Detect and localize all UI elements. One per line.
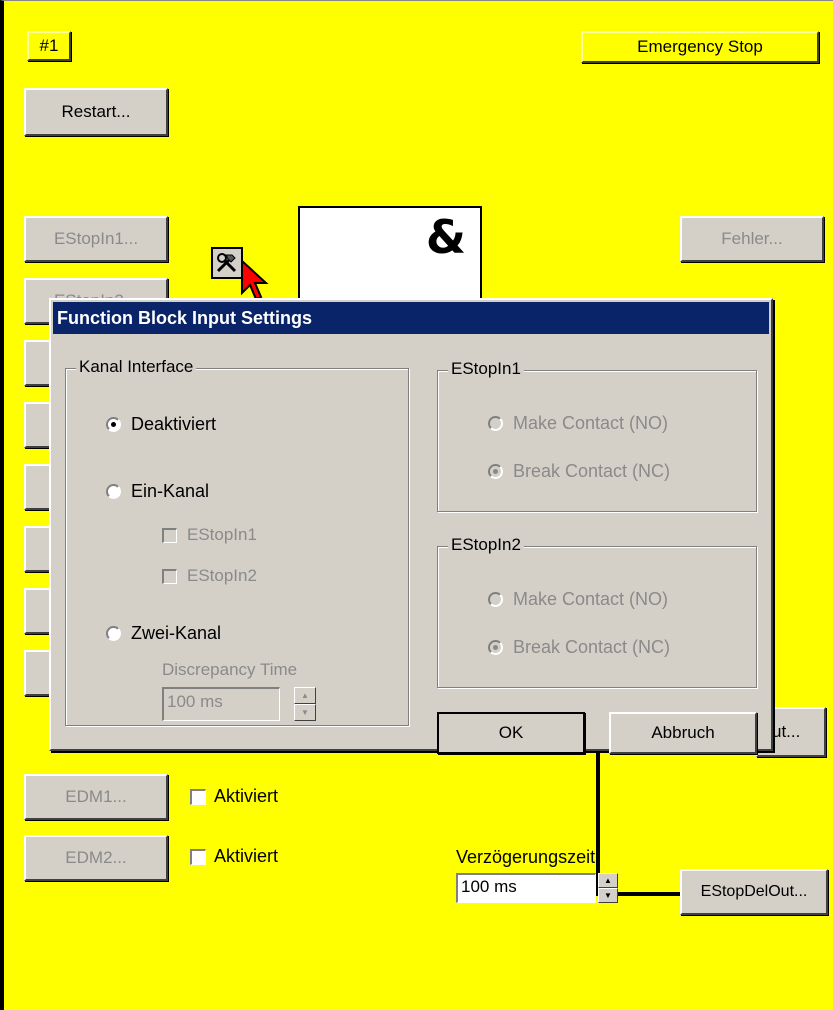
estop-del-out-button[interactable]: EStopDelOut...	[680, 869, 828, 915]
radio-zwei-kanal-label: Zwei-Kanal	[131, 623, 222, 643]
ein-kanal-estop-in2-box[interactable]	[162, 568, 177, 584]
hammer-wrench-icon	[216, 253, 237, 273]
ein-kanal-estop-in2-checkbox[interactable]: EStopIn2	[162, 566, 257, 586]
estop-in2-make-contact-radio[interactable]: Make Contact (NO)	[488, 589, 668, 610]
block-number-button[interactable]: #1	[27, 31, 71, 61]
edm2-button[interactable]: EDM2...	[24, 835, 168, 881]
block-type-label: Emergency Stop	[637, 37, 763, 56]
discrepancy-down-arrow-icon[interactable]: ▼	[294, 704, 316, 721]
estop-in2-break-label: Break Contact (NC)	[513, 637, 671, 657]
estop-in2-group: EStopIn2 Make Contact (NO) Break Contact…	[437, 535, 757, 688]
estop-in1-label: EStopIn1...	[53, 229, 139, 248]
discrepancy-time-spinner[interactable]: 100 ms ▲ ▼	[162, 687, 316, 721]
estop-in1-break-label: Break Contact (NC)	[513, 461, 671, 481]
estop-in1-break-contact-radio[interactable]: Break Contact (NC)	[488, 461, 670, 482]
delay-time-label: Verzögerungszeit	[456, 847, 596, 867]
radio-ein-kanal[interactable]: Ein-Kanal	[106, 481, 209, 502]
radio-deaktiviert-label: Deaktiviert	[131, 414, 217, 434]
function-block-canvas: #1 Emergency Stop Restart... EStopIn1...…	[0, 0, 833, 1010]
emergency-stop-type-button[interactable]: Emergency Stop	[581, 31, 819, 63]
discrepancy-time-label: Discrepancy Time	[162, 660, 298, 679]
radio-ein-kanal-circle[interactable]	[106, 484, 121, 499]
discrepancy-up-arrow-icon[interactable]: ▲	[294, 687, 316, 704]
cancel-button[interactable]: Abbruch	[609, 712, 757, 754]
kanal-interface-title: Kanal Interface	[76, 357, 197, 377]
edm2-label: EDM2...	[65, 848, 127, 867]
edm1-button[interactable]: EDM1...	[24, 774, 168, 820]
delay-time-field[interactable]: 100 ms	[456, 873, 596, 903]
estop-in2-make-label: Make Contact (NO)	[513, 589, 669, 609]
fehler-button[interactable]: Fehler...	[680, 216, 824, 262]
edm1-label: EDM1...	[65, 787, 127, 806]
estop-in1-make-circle[interactable]	[488, 416, 503, 431]
ein-kanal-estop-in1-box[interactable]	[162, 527, 177, 543]
estop-in2-break-circle[interactable]	[488, 640, 503, 655]
and-gate-block: &	[298, 206, 482, 306]
cancel-label: Abbruch	[651, 723, 715, 742]
delay-up-arrow-icon[interactable]: ▲	[598, 873, 618, 888]
radio-ein-kanal-label: Ein-Kanal	[131, 481, 210, 501]
radio-zwei-kanal-circle[interactable]	[106, 626, 121, 641]
estop-del-out-label: EStopDelOut...	[700, 883, 808, 900]
estop-in1-button[interactable]: EStopIn1...	[24, 216, 168, 262]
discrepancy-arrows[interactable]: ▲ ▼	[294, 687, 316, 721]
edm2-checkbox-box[interactable]	[190, 848, 206, 865]
restart-button[interactable]: Restart...	[24, 88, 168, 136]
ein-kanal-estop-in1-label: EStopIn1	[187, 525, 257, 544]
edm1-checkbox-label: Aktiviert	[214, 786, 279, 806]
fehler-label: Fehler...	[721, 229, 783, 248]
estop-in1-make-label: Make Contact (NO)	[513, 413, 669, 433]
mouse-pointer-icon	[241, 259, 269, 301]
estop-in2-group-title: EStopIn2	[448, 535, 524, 555]
input-settings-dialog: Function Block Input Settings Kanal Inte…	[49, 298, 773, 754]
edm2-checkbox[interactable]: Aktiviert	[190, 846, 278, 867]
restart-label: Restart...	[61, 102, 131, 121]
radio-zwei-kanal[interactable]: Zwei-Kanal	[106, 623, 221, 644]
radio-deaktiviert-circle[interactable]	[106, 417, 121, 432]
dialog-title: Function Block Input Settings	[57, 307, 312, 328]
output-label: ut...	[772, 722, 801, 741]
delay-down-arrow-icon[interactable]: ▼	[598, 888, 618, 903]
edm1-checkbox-box[interactable]	[190, 788, 206, 805]
estop-in1-make-contact-radio[interactable]: Make Contact (NO)	[488, 413, 668, 434]
edm1-checkbox[interactable]: Aktiviert	[190, 786, 278, 807]
estop-in1-break-circle[interactable]	[488, 464, 503, 479]
estop-in1-group: EStopIn1 Make Contact (NO) Break Contact…	[437, 359, 757, 512]
ein-kanal-estop-in2-label: EStopIn2	[187, 566, 257, 585]
discrepancy-time-field[interactable]: 100 ms	[162, 687, 280, 721]
ok-label: OK	[498, 723, 524, 742]
radio-deaktiviert[interactable]: Deaktiviert	[106, 414, 216, 435]
delay-time-arrows[interactable]: ▲ ▼	[598, 873, 618, 903]
kanal-interface-group: Kanal Interface Deaktiviert Ein-Kanal ES…	[65, 357, 409, 726]
and-symbol: &	[425, 210, 466, 264]
tools-icon[interactable]	[211, 247, 243, 279]
estop-in2-break-contact-radio[interactable]: Break Contact (NC)	[488, 637, 670, 658]
delay-time-spinner[interactable]: 100 ms ▲ ▼	[456, 873, 618, 903]
ok-button[interactable]: OK	[437, 712, 585, 754]
estop-in1-group-title: EStopIn1	[448, 359, 524, 379]
dialog-titlebar[interactable]: Function Block Input Settings	[53, 302, 769, 334]
ein-kanal-estop-in1-checkbox[interactable]: EStopIn1	[162, 525, 257, 545]
block-number-label: #1	[39, 36, 59, 55]
edm2-checkbox-label: Aktiviert	[214, 846, 279, 866]
estop-in2-make-circle[interactable]	[488, 592, 503, 607]
